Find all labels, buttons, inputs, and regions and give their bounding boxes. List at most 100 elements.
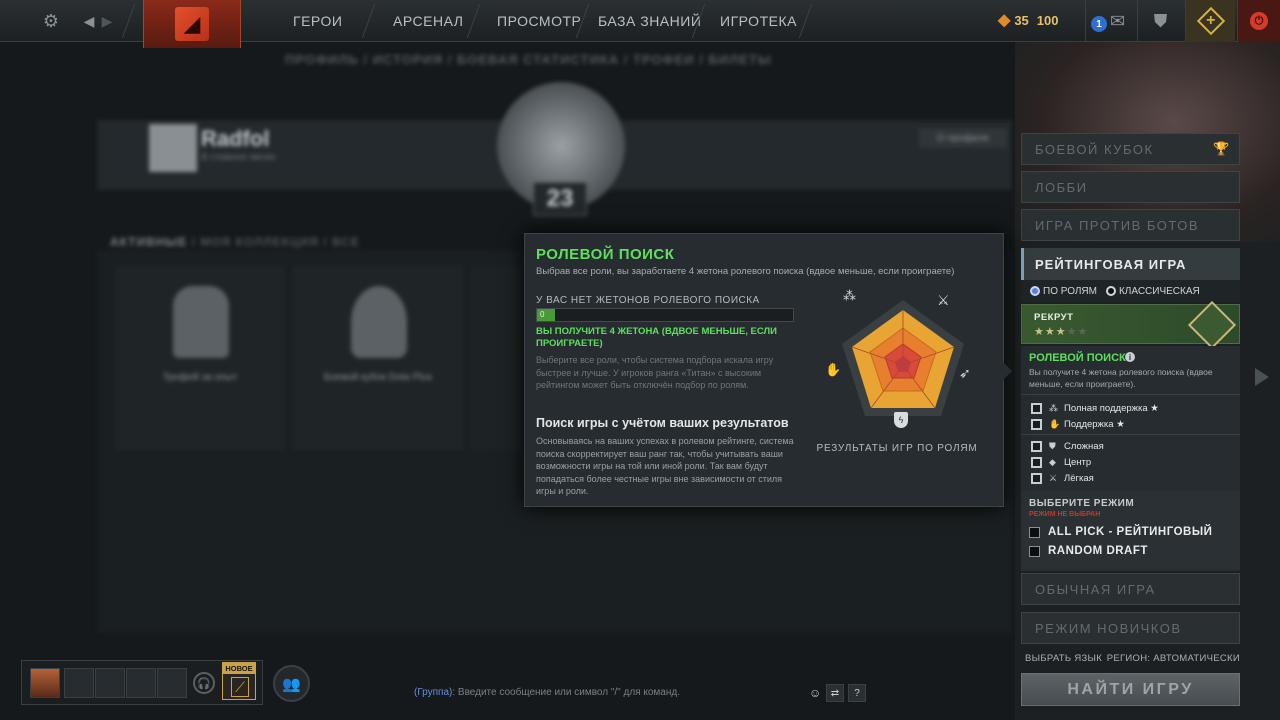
tokens-reward-text: ВЫ ПОЛУЧИТЕ 4 ЖЕТОНА (ВДВОЕ МЕНЬШЕ, ЕСЛИ… — [536, 326, 778, 349]
region-button[interactable]: РЕГИОН: АВТОМАТИЧЕСКИ — [1107, 653, 1240, 664]
trophy-label: Трофей за опыт — [162, 372, 238, 383]
emoticon-icon[interactable]: ☺ — [809, 686, 821, 700]
classic-queue-radio[interactable] — [1105, 286, 1116, 296]
power-button[interactable]: ⏻ — [1237, 0, 1280, 42]
mail-icon: ✉ — [1109, 10, 1126, 31]
rank-emblem-icon — [1187, 300, 1237, 350]
carry-sword-icon: ⚔ — [937, 292, 950, 308]
mode-warning: РЕЖИМ НЕ ВЫБРАН — [1029, 511, 1101, 518]
chat-input[interactable]: (Группа): Введите сообщение или символ "… — [414, 687, 680, 698]
nav-divider — [798, 4, 813, 38]
currency-display[interactable]: ◆ 35 100 — [998, 10, 1058, 30]
profile-button[interactable]: О профиле — [919, 128, 1007, 148]
classic-queue-label[interactable]: КЛАССИЧЕСКАЯ — [1119, 286, 1200, 297]
new-feature-button[interactable]: НОВОЕ ⟋ — [222, 662, 256, 700]
nav-heroes[interactable]: ГЕРОИ — [293, 0, 342, 42]
new-badge-label: НОВОЕ — [223, 663, 255, 674]
dota-client: ПРОФИЛЬ / ИСТОРИЯ / БОЕВАЯ СТАТИСТИКА / … — [0, 0, 1280, 720]
nav-arcade[interactable]: ИГРОТЕКА — [720, 0, 797, 42]
chat-placeholder: Введите сообщение или символ "/" для ком… — [457, 687, 680, 698]
role-checkbox[interactable] — [1031, 418, 1042, 430]
trophy-card[interactable]: Боевой кубок Dota Plus — [293, 266, 463, 450]
role-full-support[interactable]: ⁂ Полная поддержка ★ — [1031, 401, 1159, 415]
role-star: ★ — [1150, 402, 1159, 414]
support-hand-icon: ✋ — [825, 362, 842, 377]
trophy-filters[interactable]: АКТИВНЫЕ / МОЯ КОЛЛЕКЦИЯ / ВСЕ — [110, 235, 360, 249]
play-sidebar: БОЕВОЙ КУБОК 🏆 ЛОББИ ИГРА ПРОТИВ БОТОВ Р… — [1015, 42, 1280, 720]
role-queue-label[interactable]: ПО РОЛЯМ — [1043, 286, 1097, 297]
mode-label: RANDOM DRAFT — [1048, 545, 1148, 557]
bots-button[interactable]: ИГРА ПРОТИВ БОТОВ — [1021, 209, 1240, 241]
armory-icon[interactable]: ⛊ — [1137, 0, 1183, 42]
gear-icon[interactable]: ⚙ — [38, 8, 64, 34]
plus-icon: + — [1196, 6, 1225, 36]
lobby-button[interactable]: ЛОББИ — [1021, 171, 1240, 203]
party-slot[interactable] — [95, 668, 125, 698]
offlane-bow-icon: ➶ — [959, 365, 971, 381]
role-checkbox[interactable] — [1031, 472, 1042, 484]
role-checkbox[interactable] — [1031, 440, 1042, 452]
dota-logo-icon: ◢ — [175, 7, 209, 41]
friends-icon[interactable]: 👥 — [273, 665, 310, 702]
nav-learn[interactable]: БАЗА ЗНАНИЙ — [598, 0, 701, 42]
mode-all-pick[interactable]: ALL PICK - РЕЙТИНГОВЫЙ — [1029, 526, 1212, 538]
find-match-button[interactable]: НАЙТИ ИГРУ — [1021, 673, 1240, 706]
mid-shield-icon: ϟ — [894, 412, 908, 428]
rank-stars: ★★★★★ — [1034, 325, 1088, 338]
rank-name: РЕКРУТ — [1034, 312, 1074, 323]
normal-game-button[interactable]: ОБЫЧНАЯ ИГРА — [1021, 573, 1240, 605]
trophy-label: Боевой кубок Dota Plus — [323, 372, 433, 383]
role-queue-tooltip: РОЛЕВОЙ ПОИСК Выбрав все роли, вы зарабо… — [524, 233, 1012, 507]
trophy-card[interactable]: Трофей за опыт — [115, 266, 285, 450]
sidebar-collapse-arrow-icon[interactable] — [1255, 368, 1269, 386]
ranked-button[interactable]: РЕЙТИНГОВАЯ ИГРА — [1021, 248, 1240, 280]
party-slot[interactable] — [126, 668, 156, 698]
tokens-progress-bar: 0 — [536, 308, 794, 322]
mode-random-draft[interactable]: RANDOM DRAFT — [1029, 545, 1148, 557]
newbie-mode-button[interactable]: РЕЖИМ НОВИЧКОВ — [1021, 612, 1240, 644]
nav-watch[interactable]: ПРОСМОТР — [497, 0, 581, 42]
battle-cup-button[interactable]: БОЕВОЙ КУБОК 🏆 — [1021, 133, 1240, 165]
profile-subnav[interactable]: ПРОФИЛЬ / ИСТОРИЯ / БОЕВАЯ СТАТИСТИКА / … — [285, 52, 772, 67]
profile-name: Radfol — [201, 126, 270, 151]
info-icon[interactable]: i — [1125, 352, 1135, 362]
headset-icon[interactable]: 🎧 — [193, 672, 215, 694]
role-queue-radio[interactable] — [1030, 286, 1040, 296]
role-offlane[interactable]: ⛊ Сложная — [1031, 439, 1104, 453]
role-checkbox[interactable] — [1031, 456, 1042, 468]
party-slot-self[interactable] — [30, 668, 60, 698]
filter-all[interactable]: ВСЕ — [332, 235, 360, 249]
popup-subtitle: Выбрав все роли, вы заработаете 4 жетона… — [536, 266, 955, 277]
help-button[interactable]: ? — [848, 684, 866, 702]
performance-heading: Поиск игры с учётом ваших результатов — [536, 416, 789, 430]
language-button[interactable]: ВЫБРАТЬ ЯЗЫК — [1025, 653, 1102, 664]
filter-active[interactable]: АКТИВНЫЕ — [110, 235, 187, 249]
mode-checkbox[interactable] — [1029, 545, 1040, 557]
mode-checkbox[interactable] — [1029, 526, 1040, 538]
nav-divider — [121, 4, 136, 38]
party-slot[interactable] — [64, 668, 94, 698]
role-mid[interactable]: ◆ Центр — [1031, 455, 1091, 469]
role-support[interactable]: ✋ Поддержка ★ — [1031, 417, 1125, 431]
nav-armory[interactable]: АРСЕНАЛ — [393, 0, 463, 42]
shards-icon: ◆ — [998, 12, 1011, 29]
chat-wheel-icon[interactable]: ⇄ — [826, 684, 844, 702]
role-label: Центр — [1064, 456, 1092, 468]
notification-badge: 1 — [1091, 16, 1107, 32]
dota-logo-button[interactable]: ◢ — [143, 0, 241, 48]
mail-button[interactable]: 1 ✉ — [1085, 0, 1135, 42]
popup-title: РОЛЕВОЙ ПОИСК — [536, 246, 675, 263]
tokens-count: 0 — [540, 310, 545, 319]
mid-icon: ◆ — [1049, 456, 1056, 467]
queue-type-selector: ПО РОЛЯМ КЛАССИЧЕСКАЯ — [1021, 280, 1240, 302]
performance-body: Основываясь на ваших успехах в ролевом р… — [536, 436, 794, 496]
filter-collection[interactable]: МОЯ КОЛЛЕКЦИЯ — [200, 235, 319, 249]
forward-arrow-icon[interactable]: ▶ — [94, 8, 120, 34]
role-search-desc: Вы получите 4 жетона ролевого поиска (вд… — [1029, 367, 1213, 389]
avatar[interactable] — [149, 124, 197, 172]
role-checkbox[interactable] — [1031, 402, 1042, 414]
party-slot[interactable] — [157, 668, 187, 698]
role-carry[interactable]: ⚔ Лёгкая — [1031, 471, 1094, 485]
nav-divider — [466, 4, 481, 38]
plus-button[interactable]: + — [1185, 0, 1235, 42]
